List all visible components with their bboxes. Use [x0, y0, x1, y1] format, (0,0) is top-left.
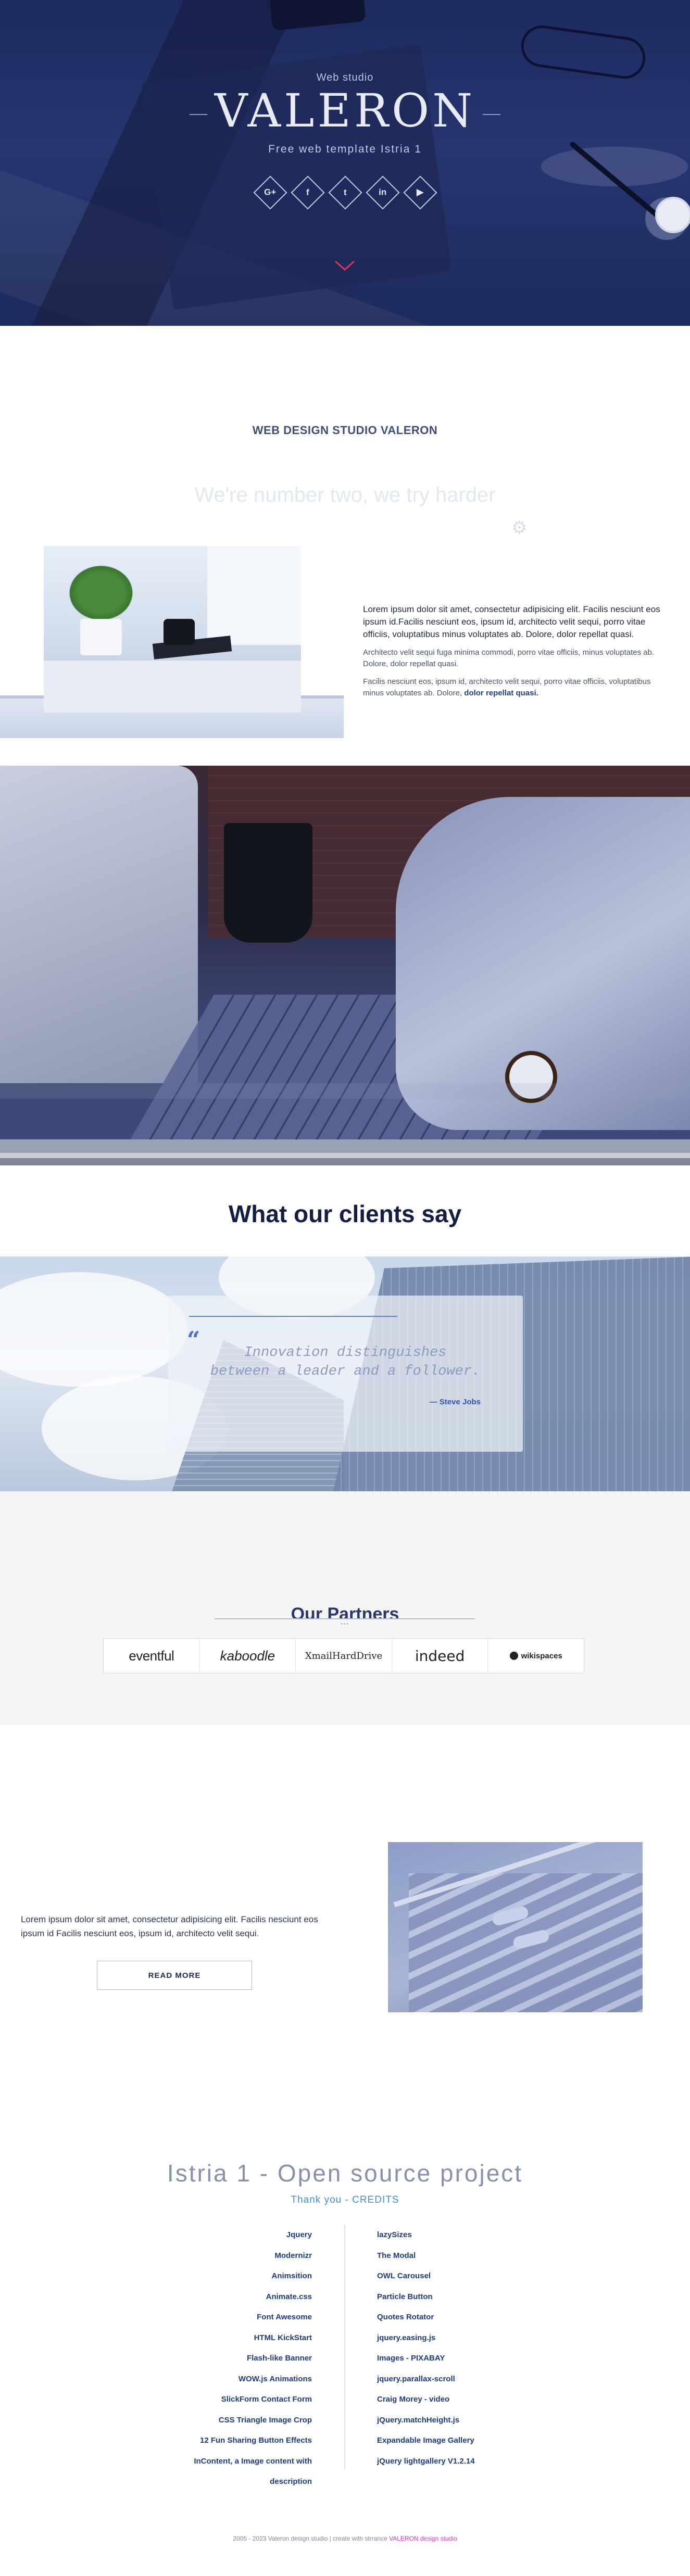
google-plus-icon[interactable]: G+: [253, 175, 287, 210]
credits-right-list: lazySizes The Modal OWL Carousel Particl…: [377, 2225, 533, 2471]
hero-title: VALERON: [214, 84, 476, 137]
studio-desk-photo: [44, 546, 301, 713]
credit-link[interactable]: Modernizr: [156, 2245, 312, 2266]
credit-link[interactable]: Flash-like Banner: [156, 2348, 312, 2369]
photo-pot: [80, 619, 122, 655]
hero-title-wrap: VALERON: [0, 88, 690, 134]
quote-divider: [189, 1316, 397, 1317]
credit-link[interactable]: Animsition: [156, 2266, 312, 2287]
twitter-icon[interactable]: t: [328, 175, 362, 210]
credit-link[interactable]: Expandable Image Gallery: [377, 2430, 533, 2451]
logo-indeed[interactable]: indeed: [392, 1639, 488, 1673]
stairs-photo: [388, 1842, 643, 2012]
linkedin-glyph: in: [378, 187, 387, 197]
credits-section: Istria 1 - Open source project Thank you…: [0, 2105, 690, 2563]
coffee-cup: [224, 823, 312, 943]
studio-motto: We're number two, we try harder: [194, 484, 496, 506]
credit-link[interactable]: jQuery.matchHeight.js: [377, 2410, 533, 2431]
credit-link[interactable]: lazySizes: [377, 2225, 533, 2245]
promo-section: Lorem ipsum dolor sit amet, consectetur …: [0, 1725, 690, 2105]
studio-paragraph-2: Architecto velit sequi fuga minima commo…: [363, 648, 655, 668]
studio-heading: WEB DESIGN STUDIO VALERON: [252, 424, 438, 437]
partner-logos: eventful kaboodle XmailHardDrive indeed …: [103, 1638, 584, 1673]
credit-link[interactable]: Images - PIXABAY: [377, 2348, 533, 2369]
studio-paragraph-3-link[interactable]: dolor repellat quasi.: [464, 689, 538, 697]
social-links: G+ f t in ▶: [0, 175, 690, 210]
title-left-ornament: [189, 114, 207, 116]
credit-link[interactable]: OWL Carousel: [377, 2266, 533, 2287]
credits-left-list: Jquery Modernizr Animsition Animate.css …: [156, 2225, 312, 2486]
credit-link[interactable]: The Modal: [377, 2245, 533, 2266]
promo-text: Lorem ipsum dolor sit amet, consectetur …: [21, 1914, 318, 1938]
logo-eventful[interactable]: eventful: [104, 1639, 200, 1673]
cloud: [0, 1272, 187, 1387]
read-more-button[interactable]: READ MORE: [97, 1961, 252, 1990]
credit-link[interactable]: jquery.parallax-scroll: [377, 2369, 533, 2390]
footer-text: 2005 - 2023 Valeron design studio | crea…: [233, 2535, 387, 2542]
footer: 2005 - 2023 Valeron design studio | crea…: [0, 2535, 690, 2542]
logo-wikispaces[interactable]: wikispaces: [488, 1639, 584, 1673]
photo-plant: [65, 562, 137, 624]
grey-strip: [0, 1139, 690, 1165]
hero-content: Web studio VALERON Free web template Ist…: [0, 72, 690, 210]
studio-section: WEB DESIGN STUDIO VALERON We're number t…: [0, 326, 690, 766]
gear-icon: ⚙: [511, 518, 528, 538]
partners-divider: [215, 1618, 475, 1619]
quote-card: “ Innovation distinguishes between a lea…: [168, 1296, 523, 1452]
testimonial-section: “ Innovation distinguishes between a lea…: [0, 1257, 690, 1491]
youtube-icon[interactable]: ▶: [403, 175, 437, 210]
photo-camera: [164, 619, 195, 645]
twitter-glyph: t: [343, 187, 347, 197]
facebook-icon[interactable]: f: [290, 175, 325, 210]
youtube-glyph: ▶: [416, 187, 424, 197]
clients-title: What our clients say: [228, 1200, 462, 1227]
credit-link[interactable]: jquery.easing.js: [377, 2328, 533, 2349]
hero-subtitle: Web studio: [316, 72, 374, 83]
credit-link[interactable]: InContent, a Image content with descript…: [156, 2451, 312, 2486]
hero-section: Web studio VALERON Free web template Ist…: [0, 0, 690, 326]
footer-link[interactable]: VALERON design studio: [389, 2535, 457, 2542]
credit-link[interactable]: Quotes Rotator: [377, 2307, 533, 2328]
clients-section: What our clients say: [0, 1165, 690, 1257]
credits-title: Istria 1 - Open source project: [167, 2160, 523, 2187]
credits-subtitle[interactable]: Thank you - CREDITS: [0, 2194, 690, 2206]
google-plus-glyph: G+: [264, 187, 277, 197]
credit-link[interactable]: Font Awesome: [156, 2307, 312, 2328]
credit-link[interactable]: SlickForm Contact Form: [156, 2389, 312, 2410]
quote-line-2: between a leader and a follower.: [210, 1364, 481, 1379]
credit-link[interactable]: CSS Triangle Image Crop: [156, 2410, 312, 2431]
laptop-screen: [0, 766, 198, 1083]
partners-dots: •••: [341, 1621, 349, 1627]
quote-line-1: Innovation distinguishes: [244, 1345, 447, 1361]
quote-text: Innovation distinguishes between a leade…: [189, 1343, 501, 1381]
logo-xmailharddrive[interactable]: XmailHardDrive: [296, 1639, 392, 1673]
laptop-parallax-image: [0, 766, 690, 1165]
credit-link[interactable]: WOW.js Animations: [156, 2369, 312, 2390]
linkedin-icon[interactable]: in: [365, 175, 400, 210]
credit-link[interactable]: Animate.css: [156, 2287, 312, 2307]
photo-desk: [44, 661, 301, 713]
light-band: [0, 1083, 690, 1099]
photo-window: [207, 546, 301, 645]
scroll-down-icon[interactable]: [334, 260, 355, 271]
partners-title: Our Partners: [291, 1604, 399, 1619]
credit-link[interactable]: Particle Button: [377, 2287, 533, 2307]
credit-link[interactable]: jQuery lightgallery V1.2.14: [377, 2451, 533, 2472]
studio-text: Lorem ipsum dolor sit amet, consectetur …: [363, 603, 672, 705]
facebook-glyph: f: [306, 187, 309, 197]
credits-divider: [344, 2225, 345, 2469]
credit-link[interactable]: Craig Morey - video: [377, 2389, 533, 2410]
credit-link[interactable]: Jquery: [156, 2225, 312, 2245]
logo-kaboodle[interactable]: kaboodle: [200, 1639, 296, 1673]
quote-author: — Steve Jobs: [429, 1398, 481, 1406]
hero-tagline: Free web template Istria 1: [268, 143, 422, 155]
partners-section: Our Partners ••• eventful kaboodle Xmail…: [0, 1491, 690, 1725]
credit-link[interactable]: HTML KickStart: [156, 2328, 312, 2349]
studio-paragraph-3: Facilis nesciunt eos, ipsum id, architec…: [363, 676, 672, 699]
title-right-ornament: [483, 114, 501, 116]
studio-paragraph-1: Lorem ipsum dolor sit amet, consectetur …: [363, 604, 660, 639]
credit-link[interactable]: 12 Fun Sharing Button Effects: [156, 2430, 312, 2451]
